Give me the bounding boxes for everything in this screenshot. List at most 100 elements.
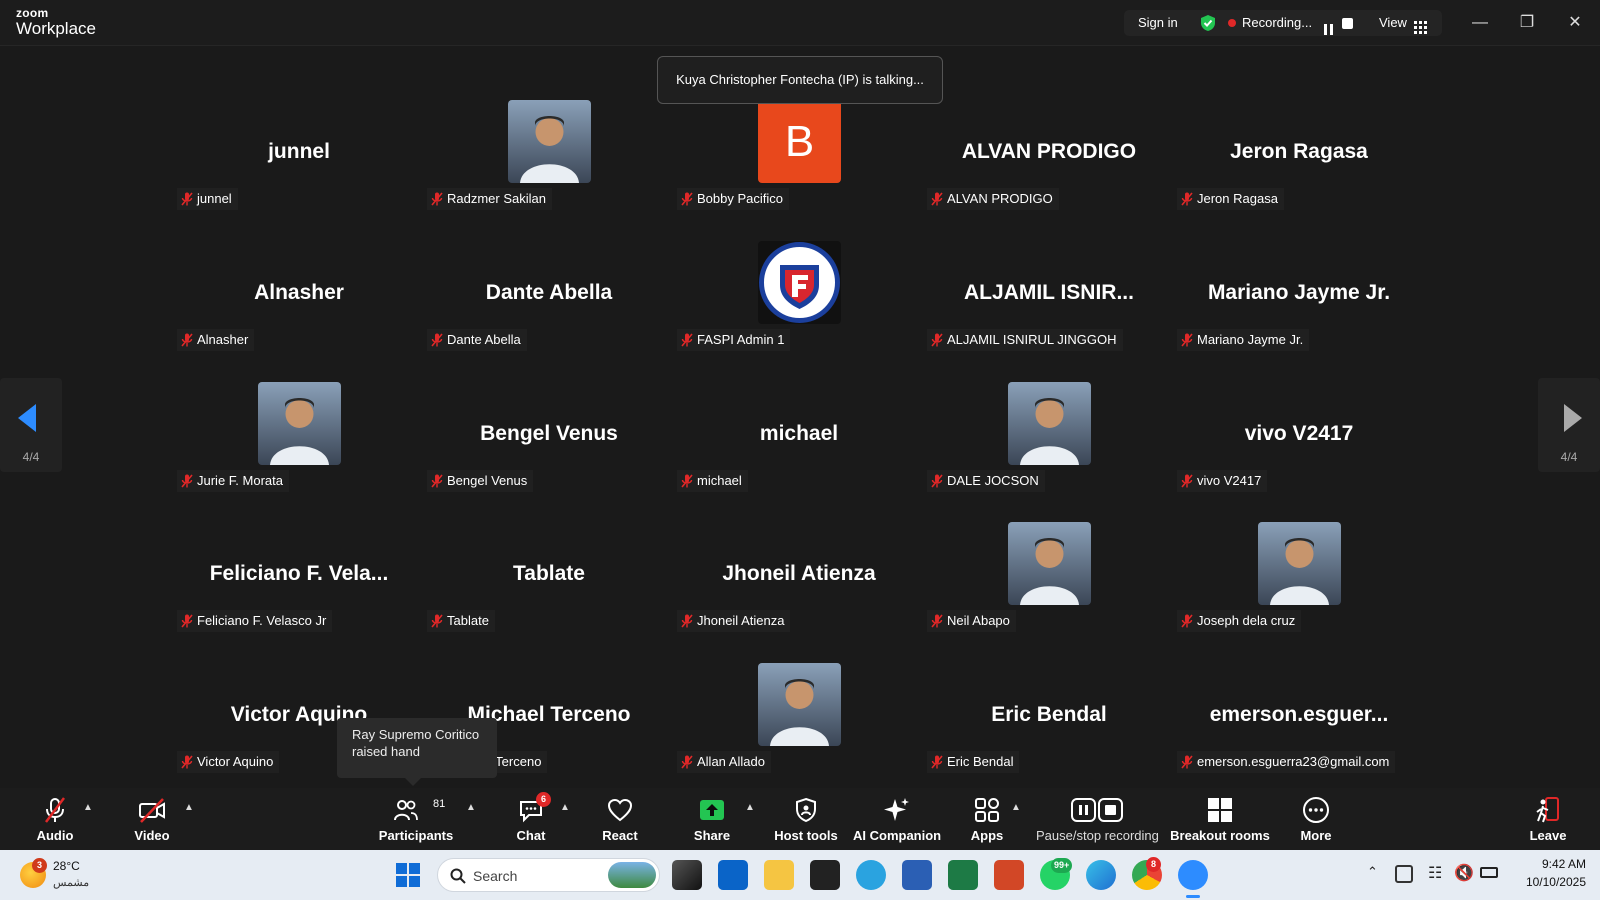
stop-recording-icon[interactable] — [1342, 18, 1353, 29]
participant-name-text: Dante Abella — [447, 332, 521, 347]
participant-name-text: DALE JOCSON — [947, 473, 1039, 488]
participant-tile[interactable]: emerson.esguer... emerson.esguerra23@gmai… — [1174, 663, 1424, 803]
ai-companion-button[interactable]: AI Companion — [853, 788, 941, 850]
zoom-taskbar-icon[interactable] — [1178, 860, 1208, 890]
participant-name-text: Eric Bendal — [947, 754, 1014, 769]
participant-tile[interactable]: Radzmer Sakilan — [424, 100, 674, 240]
file-explorer-icon[interactable] — [764, 860, 794, 890]
pause-recording-icon[interactable] — [1324, 18, 1334, 35]
participant-tile[interactable]: Neil Abapo — [924, 522, 1174, 662]
participants-options-caret-icon[interactable]: ▲ — [466, 802, 478, 813]
audio-options-caret-icon[interactable]: ▲ — [83, 802, 95, 813]
video-button[interactable]: Video — [121, 788, 183, 850]
volume-muted-icon[interactable]: 🔇 — [1454, 863, 1474, 883]
participant-tile[interactable]: michael michael — [674, 382, 924, 522]
participant-name-text: ALJAMIL ISNIRUL JINGGOH — [947, 332, 1117, 347]
excel-icon[interactable] — [948, 860, 978, 890]
show-hidden-icons-chevron-icon[interactable]: ⌃ — [1367, 864, 1378, 880]
participant-tile[interactable]: ALJAMIL ISNIR... ALJAMIL ISNIRUL JINGGOH — [924, 241, 1174, 381]
participant-display-name: michael — [759, 422, 839, 445]
participant-tile[interactable]: DALE JOCSON — [924, 382, 1174, 522]
share-options-caret-icon[interactable]: ▲ — [745, 802, 757, 813]
participant-tile[interactable]: junnel junnel — [174, 100, 424, 240]
security-shield-icon[interactable] — [1199, 14, 1217, 32]
pause-stop-recording-button[interactable]: Pause/stop recording — [1036, 788, 1159, 850]
participant-tile[interactable]: B Bobby Pacifico — [674, 100, 924, 240]
muted-mic-icon — [431, 474, 443, 488]
participant-tile[interactable]: vivo V2417 vivo V2417 — [1174, 382, 1424, 522]
battery-icon[interactable] — [1480, 867, 1498, 878]
previous-page-button[interactable]: 4/4 — [0, 378, 62, 472]
react-button[interactable]: React — [589, 788, 651, 850]
participant-display-name: Mariano Jayme Jr. — [1207, 281, 1391, 304]
tooltip-status: raised hand — [352, 744, 420, 759]
minimize-icon[interactable]: — — [1465, 10, 1495, 36]
participant-tile[interactable]: Jeron Ragasa Jeron Ragasa — [1174, 100, 1424, 240]
participant-tile[interactable]: Tablate Tablate — [424, 522, 674, 662]
participant-tile[interactable]: Allan Allado — [674, 663, 924, 803]
apps-button[interactable]: Apps — [956, 788, 1018, 850]
capcut-icon[interactable] — [810, 860, 840, 890]
participant-tile[interactable]: Dante Abella Dante Abella — [424, 241, 674, 381]
chat-options-caret-icon[interactable]: ▲ — [560, 802, 572, 813]
chrome-badge: 8 — [1146, 857, 1161, 872]
video-off-icon — [139, 798, 165, 823]
participant-tile[interactable]: Mariano Jayme Jr. Mariano Jayme Jr. — [1174, 241, 1424, 381]
participant-name-label: Mariano Jayme Jr. — [1177, 329, 1310, 351]
participant-photo — [1258, 522, 1341, 605]
participant-tile[interactable]: Feliciano F. Vela... Feliciano F. Velasco… — [174, 522, 424, 662]
participant-tile[interactable]: ALVAN PRODIGO ALVAN PRODIGO — [924, 100, 1174, 240]
participant-count: 81 — [433, 798, 446, 810]
muted-mic-icon — [931, 755, 943, 769]
clock-date[interactable]: 10/10/2025 — [1510, 875, 1586, 889]
apps-options-caret-icon[interactable]: ▲ — [1011, 802, 1023, 813]
audio-button[interactable]: Audio — [24, 788, 86, 850]
weather-temperature[interactable]: 28°C — [53, 859, 80, 873]
video-label: Video — [134, 828, 170, 843]
participant-name-text: Jeron Ragasa — [1197, 191, 1278, 206]
task-view-icon[interactable] — [672, 860, 702, 890]
participant-name-text: Jurie F. Morata — [197, 473, 283, 488]
participant-tile[interactable]: Jhoneil Atienza Jhoneil Atienza — [674, 522, 924, 662]
clock-time[interactable]: 9:42 AM — [1510, 857, 1586, 871]
more-button[interactable]: More — [1285, 788, 1347, 850]
next-page-button[interactable]: 4/4 — [1538, 378, 1600, 472]
taskbar-search[interactable]: Search — [437, 858, 660, 892]
organization-logo-avatar — [758, 241, 841, 324]
host-tools-label: Host tools — [774, 828, 838, 843]
participant-tile[interactable]: Jurie F. Morata — [174, 382, 424, 522]
participant-tile[interactable]: Bengel Venus Bengel Venus — [424, 382, 674, 522]
pause-stop-recording-icon — [1071, 798, 1123, 822]
chat-button[interactable]: 6 Chat — [500, 788, 562, 850]
participants-icon — [394, 800, 418, 821]
close-icon[interactable]: ✕ — [1560, 10, 1590, 36]
view-button[interactable]: View — [1379, 10, 1407, 36]
video-options-caret-icon[interactable]: ▲ — [184, 802, 196, 813]
sign-in-button[interactable]: Sign in — [1138, 10, 1178, 36]
windows-start-icon[interactable] — [393, 860, 423, 890]
participant-tile[interactable]: FASPI Admin 1 — [674, 241, 924, 381]
wifi-icon[interactable]: ☷ — [1428, 863, 1442, 883]
breakout-rooms-button[interactable]: Breakout rooms — [1170, 788, 1270, 850]
location-icon[interactable] — [1395, 865, 1413, 883]
participant-tile[interactable]: Alnasher Alnasher — [174, 241, 424, 381]
search-icon — [450, 868, 466, 884]
word-icon[interactable] — [902, 860, 932, 890]
muted-mic-icon — [681, 474, 693, 488]
participants-button[interactable]: 81 Participants — [375, 788, 457, 850]
telegram-icon[interactable] — [856, 860, 886, 890]
participant-display-name: Jhoneil Atienza — [722, 562, 876, 585]
muted-mic-icon — [931, 192, 943, 206]
participant-tile[interactable]: Joseph dela cruz — [1174, 522, 1424, 662]
host-tools-button[interactable]: Host tools — [770, 788, 842, 850]
restore-icon[interactable]: ❐ — [1512, 10, 1542, 36]
outlook-icon[interactable] — [718, 860, 748, 890]
raised-hand-tooltip: Ray Supremo Coritico raised hand — [337, 718, 497, 786]
leave-button[interactable]: Leave — [1517, 788, 1579, 850]
grid-view-icon[interactable] — [1414, 17, 1427, 34]
tooltip-name: Ray Supremo Coritico — [352, 727, 480, 742]
share-button[interactable]: Share — [681, 788, 743, 850]
edge-icon[interactable] — [1086, 860, 1116, 890]
powerpoint-icon[interactable] — [994, 860, 1024, 890]
participant-tile[interactable]: Eric Bendal Eric Bendal — [924, 663, 1174, 803]
